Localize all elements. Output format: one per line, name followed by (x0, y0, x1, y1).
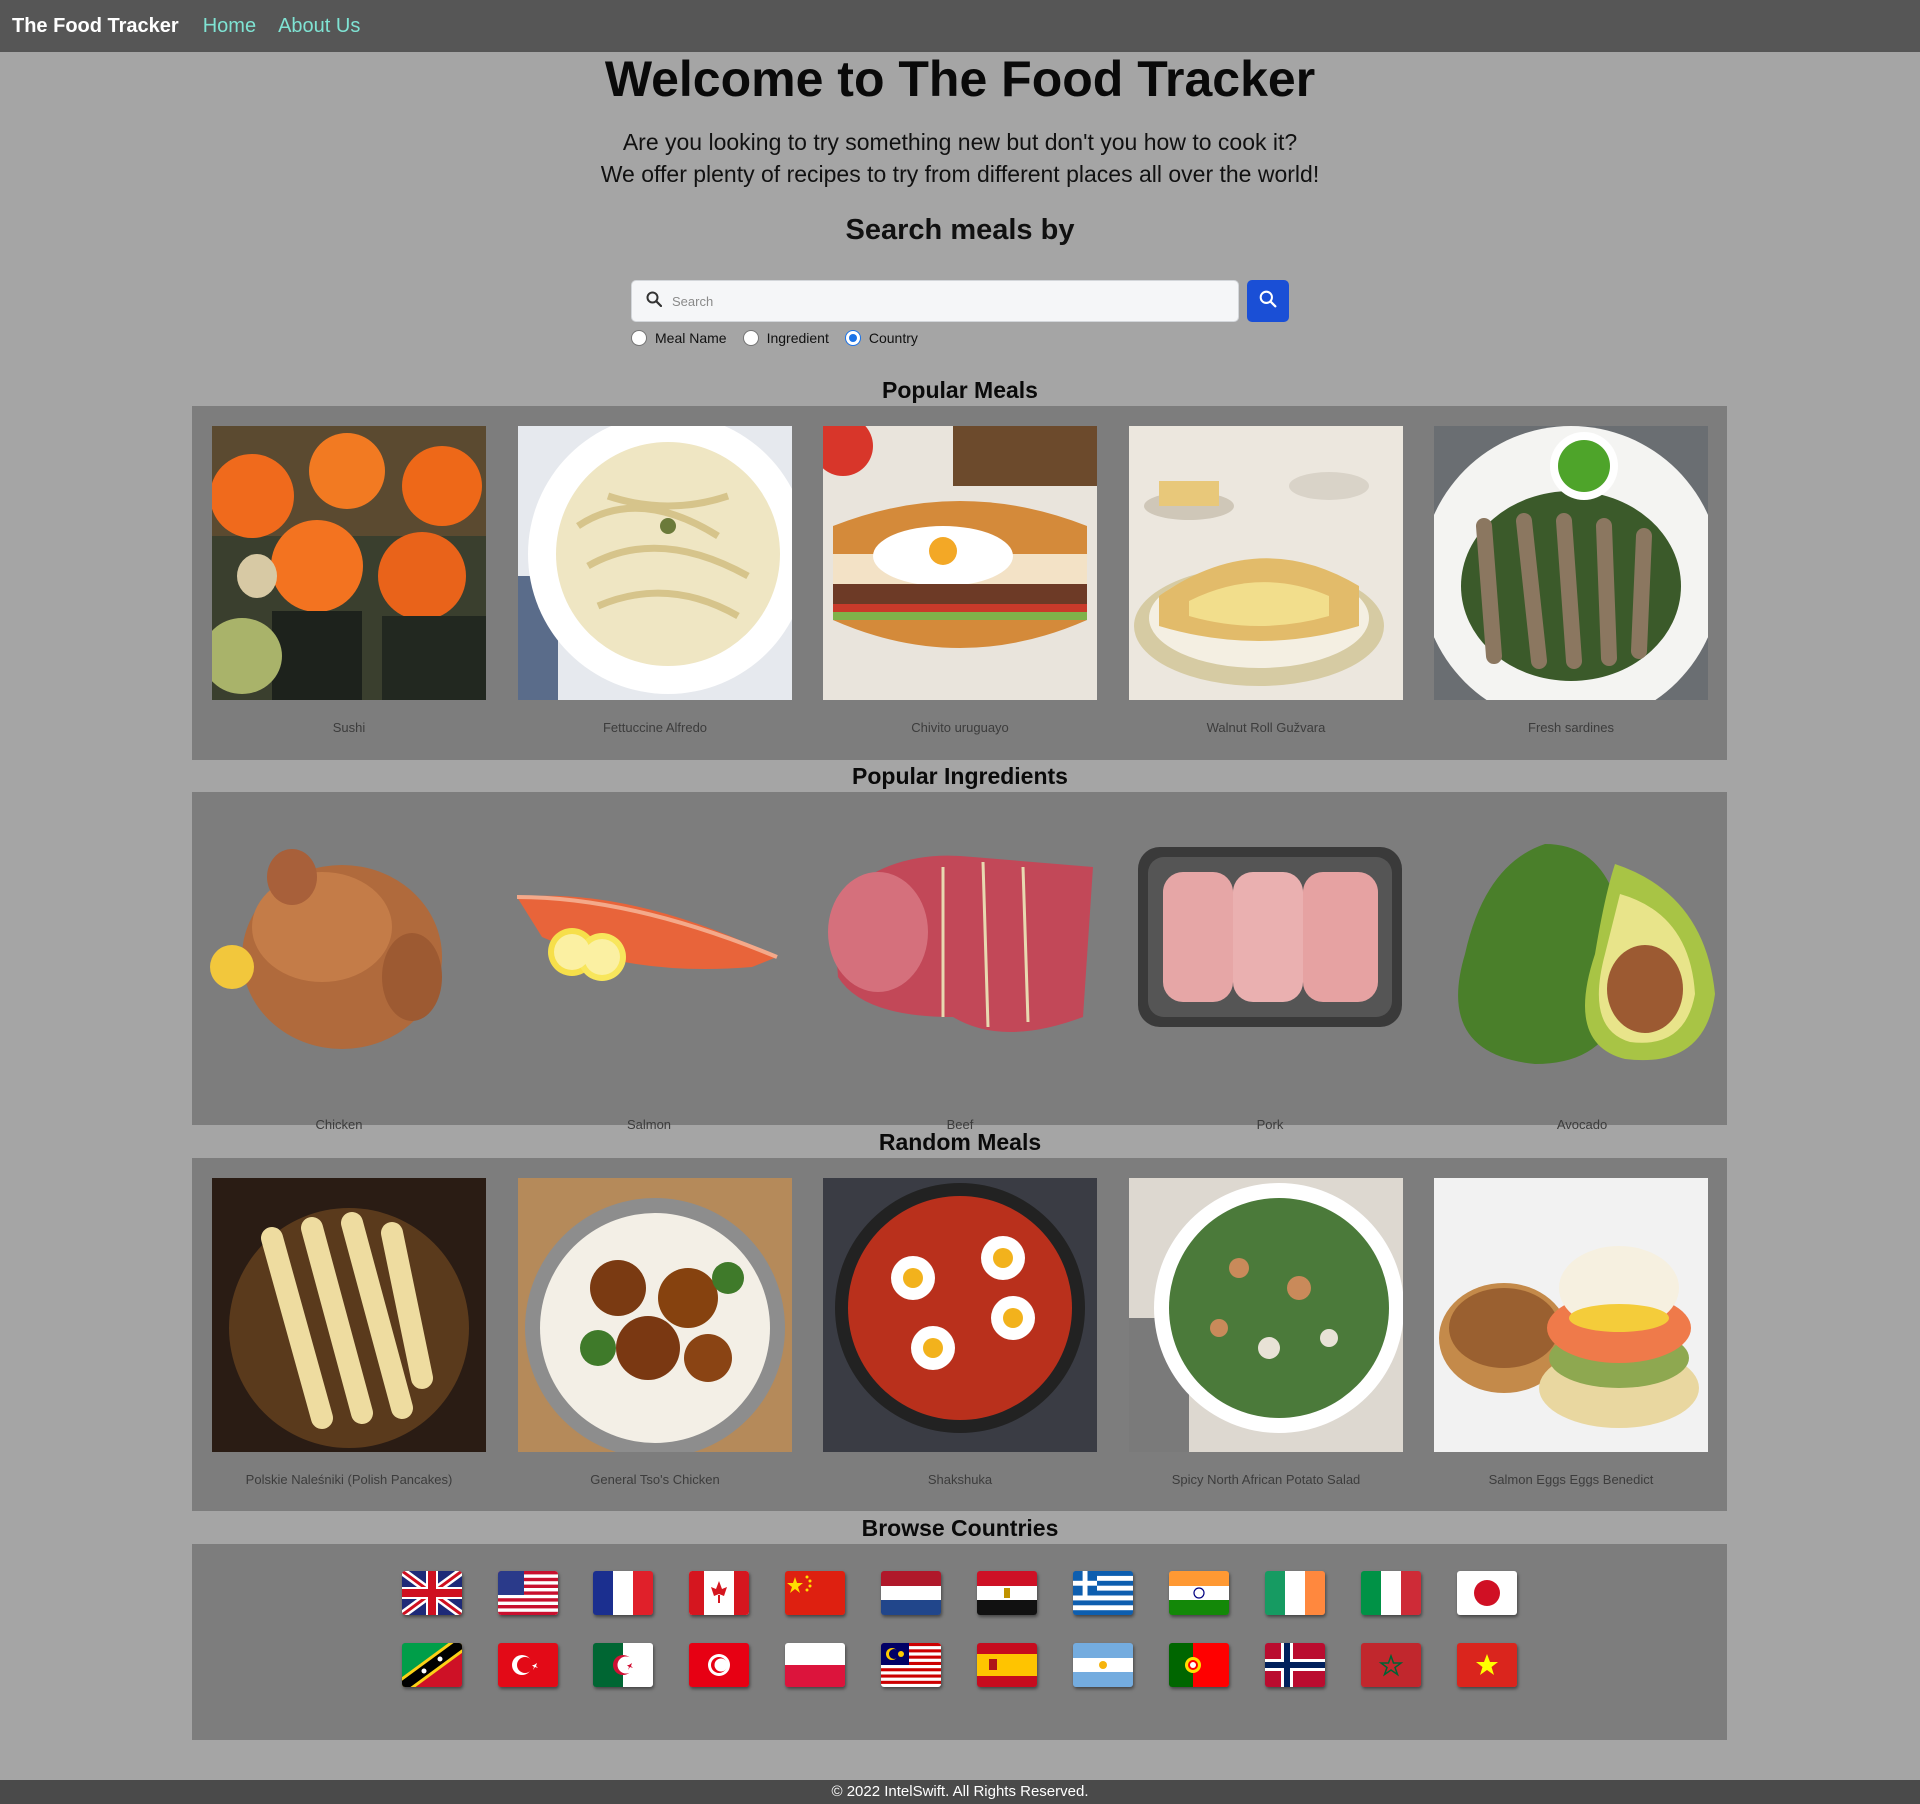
norway-flag[interactable] (1265, 1643, 1325, 1687)
meal-card[interactable]: Fettuccine Alfredo (518, 426, 792, 735)
united-states-flag[interactable] (498, 1571, 558, 1615)
popular-ingredients-panel: Chicken Salmon Beef Pork Avocado (192, 792, 1727, 1132)
meal-caption[interactable]: Sushi (212, 720, 486, 735)
morocco-flag[interactable] (1361, 1643, 1421, 1687)
ingredient-image-beef[interactable] (823, 817, 1097, 1091)
ingredient-card[interactable]: Beef (823, 817, 1097, 1132)
search-icon (1259, 290, 1277, 313)
meal-caption[interactable]: Fresh sardines (1434, 720, 1708, 735)
spain-flag[interactable] (977, 1643, 1037, 1687)
section-title-popular-ingredients: Popular Ingredients (852, 763, 1068, 789)
ingredient-card[interactable]: Pork (1133, 817, 1407, 1132)
saint-kitts-flag[interactable] (402, 1643, 462, 1687)
radio-label: Ingredient (766, 330, 829, 346)
meal-image-fresh-sardines[interactable] (1434, 426, 1708, 700)
brand-logo[interactable]: The Food Tracker (12, 15, 179, 38)
meal-caption[interactable]: Salmon Eggs Eggs Benedict (1434, 1472, 1708, 1487)
nav-link-home[interactable]: Home (203, 15, 256, 38)
ingredient-card[interactable]: Salmon (512, 817, 786, 1132)
search-input[interactable] (672, 293, 1212, 309)
radio-button[interactable] (742, 330, 759, 346)
radio-button[interactable] (844, 330, 861, 346)
italy-flag[interactable] (1361, 1571, 1421, 1615)
meal-card[interactable]: Chivito uruguayo (823, 426, 1097, 735)
france-flag[interactable] (593, 1571, 653, 1615)
meal-image-walnut-roll[interactable] (1129, 426, 1403, 700)
meal-image-general-tsos-chicken[interactable] (518, 1178, 792, 1452)
search-heading: Search meals by (845, 214, 1075, 246)
radio-label: Meal Name (655, 330, 727, 346)
meal-image-fettuccine-alfredo[interactable] (518, 426, 792, 700)
china-flag[interactable] (785, 1571, 845, 1615)
malaysia-flag[interactable] (881, 1643, 941, 1687)
popular-meals-panel: Sushi Fettuccine Alfredo Chivito uruguay… (192, 406, 1727, 760)
radio-meal-name[interactable]: Meal Name (631, 330, 727, 346)
poland-flag[interactable] (785, 1643, 845, 1687)
search-icon (646, 291, 663, 312)
hero-subtitle-line-1: Are you looking to try something new but… (622, 129, 1298, 155)
ingredient-image-avocado[interactable] (1445, 804, 1719, 1078)
egypt-flag[interactable] (977, 1571, 1037, 1615)
meal-image-spicy-potato-salad[interactable] (1129, 1178, 1403, 1452)
ingredient-image-pork[interactable] (1133, 817, 1407, 1091)
radio-label: Country (868, 330, 918, 346)
meal-image-sushi[interactable] (212, 426, 486, 700)
tunisia-flag[interactable] (689, 1643, 749, 1687)
browse-countries-panel (192, 1544, 1727, 1740)
radio-country[interactable]: Country (844, 330, 918, 346)
ingredient-card[interactable]: Avocado (1445, 804, 1719, 1132)
ingredient-image-chicken[interactable] (202, 817, 476, 1091)
argentina-flag[interactable] (1073, 1643, 1133, 1687)
meal-card[interactable]: Salmon Eggs Eggs Benedict (1434, 1178, 1708, 1487)
navbar: The Food Tracker Home About Us (0, 0, 1920, 52)
meal-card[interactable]: Polskie Naleśniki (Polish Pancakes) (212, 1178, 486, 1487)
ingredient-card[interactable]: Chicken (202, 817, 476, 1132)
meal-image-chivito-uruguayo[interactable] (823, 426, 1097, 700)
nav-link-about-us[interactable]: About Us (278, 15, 360, 38)
greece-flag[interactable] (1073, 1571, 1133, 1615)
random-meals-panel: Polskie Naleśniki (Polish Pancakes) Gene… (192, 1158, 1727, 1511)
netherlands-flag[interactable] (881, 1571, 941, 1615)
hero-subtitle-line-2: We offer plenty of recipes to try from d… (600, 161, 1320, 187)
meal-caption[interactable]: Fettuccine Alfredo (518, 720, 792, 735)
meal-card[interactable]: Sushi (212, 426, 486, 735)
india-flag[interactable] (1169, 1571, 1229, 1615)
turkey-flag[interactable] (498, 1643, 558, 1687)
hero-subtitle: Are you looking to try something new but… (0, 126, 1920, 190)
japan-flag[interactable] (1457, 1571, 1517, 1615)
portugal-flag[interactable] (1169, 1643, 1229, 1687)
meal-card[interactable]: Walnut Roll Gužvara (1129, 426, 1403, 735)
radio-ingredient[interactable]: Ingredient (742, 330, 829, 346)
section-title-browse-countries: Browse Countries (861, 1515, 1059, 1541)
meal-caption[interactable]: Shakshuka (823, 1472, 1097, 1487)
meal-card[interactable]: Shakshuka (823, 1178, 1097, 1487)
united-kingdom-flag[interactable] (402, 1571, 462, 1615)
ingredient-image-salmon[interactable] (512, 817, 786, 1091)
canada-flag[interactable] (689, 1571, 749, 1615)
meal-image-salmon-eggs-benedict[interactable] (1434, 1178, 1708, 1452)
meal-caption[interactable]: Chivito uruguayo (823, 720, 1097, 735)
section-title-random-meals: Random Meals (878, 1129, 1042, 1155)
meal-caption[interactable]: General Tso's Chicken (518, 1472, 792, 1487)
radio-button[interactable] (631, 330, 647, 346)
algeria-flag[interactable] (593, 1643, 653, 1687)
meal-caption[interactable]: Spicy North African Potato Salad (1129, 1472, 1403, 1487)
page-title: Welcome to The Food Tracker (604, 51, 1316, 107)
meal-image-polish-pancakes[interactable] (212, 1178, 486, 1452)
meal-caption[interactable]: Polskie Naleśniki (Polish Pancakes) (212, 1472, 486, 1487)
meal-image-shakshuka[interactable] (823, 1178, 1097, 1452)
ireland-flag[interactable] (1265, 1571, 1325, 1615)
meal-card[interactable]: Spicy North African Potato Salad (1129, 1178, 1403, 1487)
meal-card[interactable]: Fresh sardines (1434, 426, 1708, 735)
search-type-options: Meal Name Ingredient Country (631, 330, 934, 346)
section-title-popular-meals: Popular Meals (882, 377, 1038, 403)
meal-card[interactable]: General Tso's Chicken (518, 1178, 792, 1487)
search-button[interactable] (1247, 280, 1289, 322)
meal-caption[interactable]: Walnut Roll Gužvara (1129, 720, 1403, 735)
vietnam-flag[interactable] (1457, 1643, 1517, 1687)
search-field[interactable] (631, 280, 1239, 322)
footer: © 2022 IntelSwift. All Rights Reserved. (0, 1780, 1920, 1804)
